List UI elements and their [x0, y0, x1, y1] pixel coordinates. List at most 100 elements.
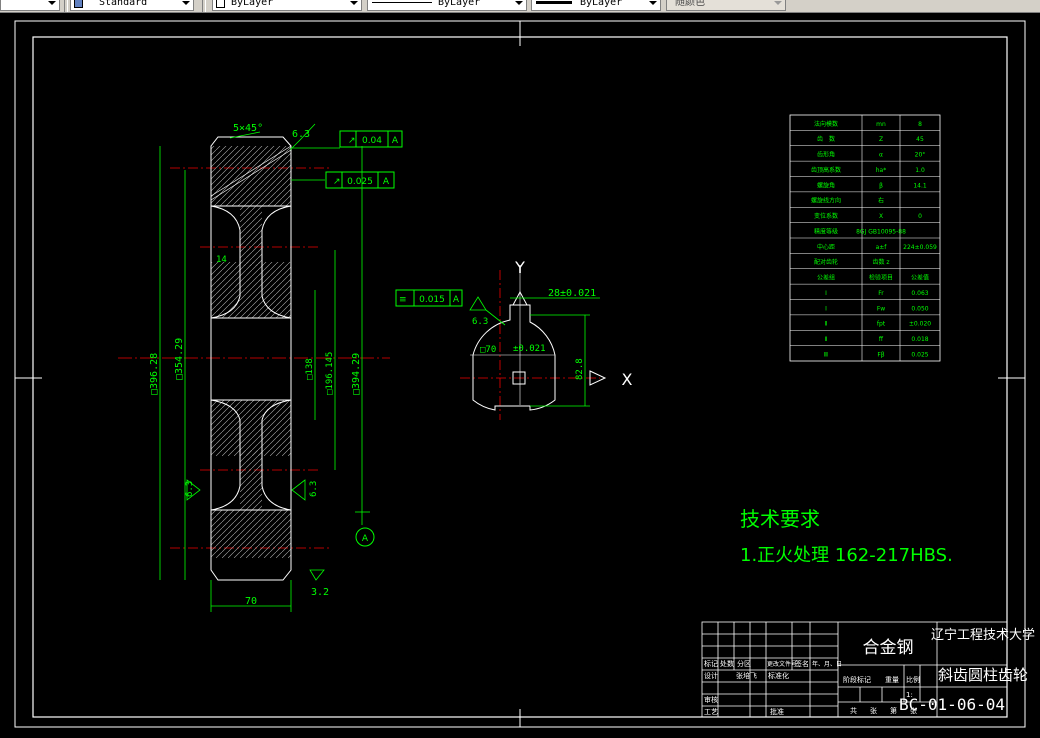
tol3-datum: A	[453, 295, 460, 305]
gear-table-cell: 0.050	[911, 305, 928, 312]
dim-o2: □354.29	[174, 338, 185, 380]
gear-table-cell: 齿形角	[817, 151, 835, 159]
dim-o3: □138	[305, 358, 315, 380]
gear-table-cell: ha*	[876, 167, 886, 174]
gear-table-cell: Ⅲ	[824, 351, 828, 358]
rough-32: 3.2	[311, 587, 329, 598]
datum-a-label: A	[362, 534, 369, 544]
gear-table-cell: Ⅱ	[825, 321, 828, 328]
gear-table-cell: ±0.020	[909, 321, 931, 328]
gear-table-cell: 20°	[915, 152, 926, 159]
svg-text:≡: ≡	[399, 295, 407, 305]
row-design-label: 设计	[704, 671, 718, 680]
dim-o5: □394.29	[351, 353, 362, 395]
gear-table-cell: 224±0.059	[903, 244, 937, 251]
row-review: 审核	[704, 695, 718, 704]
gear-table-cell: Ⅰ	[825, 290, 827, 297]
gear-table-cell: 0.025	[911, 351, 928, 358]
gear-table-cell: α	[879, 152, 883, 159]
dim-height: 82.8	[575, 358, 585, 380]
gear-table-cell: Ⅱ	[825, 336, 828, 343]
row-approve: 批准	[770, 707, 784, 716]
dim-o1: □396.28	[149, 353, 160, 395]
dim-o4: □196.145	[325, 352, 335, 395]
svg-text:↗: ↗	[348, 136, 356, 146]
row-design-std: 标准化	[768, 671, 789, 680]
rough-63-hub: 6.3	[472, 317, 488, 327]
datum-a-symbol: A	[355, 527, 375, 547]
rough-63-top: 6.3	[292, 129, 310, 140]
gear-table-cell: 8GJ GB10095-88	[856, 228, 906, 235]
part-name: 斜齿圆柱齿轮	[938, 666, 1028, 684]
gear-table-cell: 检验项目	[869, 274, 893, 282]
dim-keyway: 28±0.021	[548, 288, 596, 299]
gear-table-cell: 螺旋角	[817, 181, 835, 189]
gear-parameter-table: 法向模数 mn 8 齿 数 Z 45 齿形角 α 20° 齿顶高系数 ha* 1.0 螺旋角 β 14.1 螺…	[789, 114, 941, 362]
tolerance-frame-1: ↗ 0.04 A	[339, 130, 403, 148]
dim-width: 70	[245, 596, 257, 607]
gear-table-cell: 1.0	[915, 167, 925, 174]
gear-table-cell: 齿顶高系数	[811, 166, 841, 174]
gear-table-cell: 0.018	[911, 336, 928, 343]
gear-table-cell: 法向模数	[814, 120, 838, 128]
tech-req-item: 1.正火处理 162-217HBS.	[740, 545, 953, 566]
gear-table-cell: 右	[878, 197, 884, 205]
gear-table-cell: β	[879, 182, 883, 189]
gear-table-cell: a±f	[876, 244, 888, 251]
school-name: 辽宁工程技术大学	[931, 627, 1035, 643]
gear-table-cell: Ⅰ	[825, 305, 827, 312]
rev-header-2: 处数	[720, 659, 734, 668]
gear-table-cell: ff	[879, 336, 884, 343]
gear-table-cell: Fw	[877, 305, 885, 312]
tol1-value: 0.04	[362, 136, 382, 146]
sheets-2: 张	[870, 706, 877, 715]
gear-table-cell: Fr	[878, 290, 884, 297]
gear-table-cell: 中心距	[817, 243, 835, 251]
gear-table-cell: Fβ	[877, 351, 884, 358]
row-stage-scale: 比例	[906, 675, 920, 684]
rev-header-6: 年、月、日	[812, 660, 842, 668]
rev-header-5: 签名	[795, 659, 809, 668]
axis-y-label: Y	[514, 258, 525, 277]
sheets-1: 共	[850, 706, 857, 715]
hub-end-view: Y X	[460, 258, 633, 420]
material-label: 合金钢	[863, 638, 914, 658]
sheets-3: 第	[890, 706, 897, 715]
rev-header-1: 标记	[704, 659, 718, 668]
tol1-datum: A	[392, 136, 399, 146]
tol3-value: 0.015	[419, 295, 445, 305]
gear-table-cell: 配对齿轮	[814, 258, 838, 266]
tech-req-title: 技术要求	[740, 507, 820, 531]
axis-x-label: X	[622, 370, 633, 389]
gear-table-cell: 45	[916, 136, 924, 143]
rev-header-3: 分区	[737, 659, 751, 668]
dim-14: 14	[216, 255, 227, 265]
row-stage-mark: 阶段标记	[843, 675, 871, 684]
row-design-name: 张培飞	[736, 671, 757, 680]
svg-text:↗: ↗	[333, 177, 341, 187]
gear-table-cell: X	[879, 213, 883, 220]
gear-table-cell: 0	[918, 213, 922, 220]
gear-table-cell: 变位系数	[814, 212, 838, 220]
drawing-canvas[interactable]: ↗ 0.04 A ↗ 0.025 A 5×45° 6.3 14 70 3.2 □…	[0, 0, 1040, 738]
gear-table-cell: 0.063	[911, 290, 928, 297]
dim-bore-tol: ±0.021	[513, 344, 546, 354]
dim-chamfer: 5×45°	[233, 123, 263, 134]
gear-table-cell: 精度等级	[814, 227, 838, 235]
row-process: 工艺	[704, 708, 718, 716]
tol2-value: 0.025	[347, 177, 373, 187]
gear-table-cell: Z	[879, 136, 883, 143]
rough-63-right: 6.3	[309, 481, 319, 497]
gear-table-cell: 14.1	[913, 182, 927, 189]
gear-table-cell: 齿数 z	[872, 258, 889, 266]
tolerance-frame-2: ↗ 0.025 A	[325, 171, 395, 189]
tol2-datum: A	[383, 177, 390, 187]
gear-table-cell: fpt	[877, 321, 886, 328]
drawing-number: BC-01-06-04	[899, 695, 1005, 714]
gear-table-cell: 8	[918, 121, 922, 128]
gear-table-cell: 齿 数	[817, 135, 835, 143]
gear-table-cell: 公差组	[817, 274, 835, 282]
gear-table-cell: 公差值	[911, 274, 929, 282]
gear-table-cell: 螺旋线方向	[811, 197, 841, 205]
dim-bore: □70	[480, 345, 496, 355]
